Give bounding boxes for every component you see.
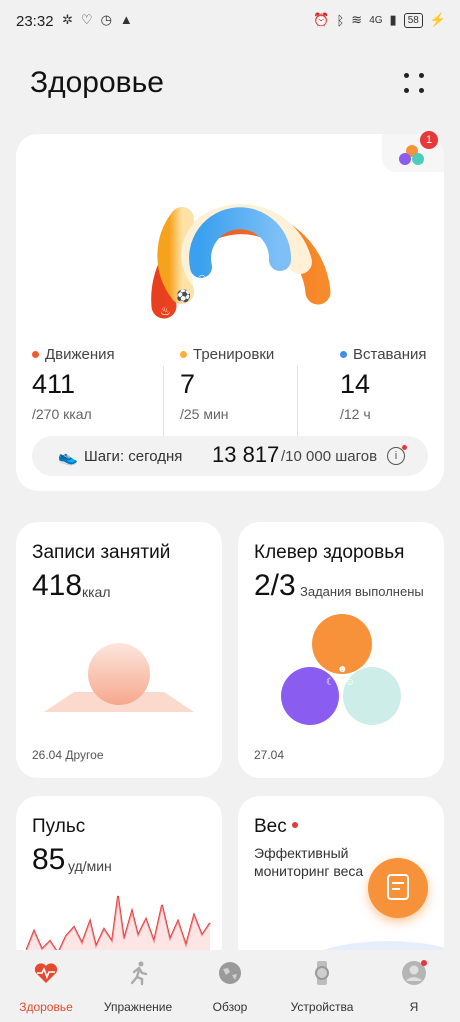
menu-dot-icon xyxy=(419,73,424,78)
heart-rate-title: Пульс xyxy=(32,816,86,837)
clover-leaf-icon xyxy=(399,153,411,165)
move-value: 411 xyxy=(32,369,76,399)
clover-date: 27.04 xyxy=(254,748,285,762)
alarm-icon: ⏰ xyxy=(313,12,330,27)
steps-label: Шаги: сегодня xyxy=(84,448,183,465)
status-bar: 23:32 ✲ ♡ ◷ ▲ ⏰ ᛒ ≋ 4G ▮ 58 ⚡ xyxy=(0,0,460,44)
exercise-icon: ⚽ xyxy=(175,289,191,303)
heart-pulse-icon xyxy=(34,963,58,983)
tab-discover-label: Обзор xyxy=(212,1000,248,1014)
bottom-tab-bar: Здоровье Упражнение Обзор Устройства Я xyxy=(0,950,460,1022)
heart-rate-value: 85 xyxy=(32,843,66,876)
clover-leaf-right xyxy=(343,667,401,725)
workout-calories-unit: ккал xyxy=(82,584,111,600)
battery-icon: 58 xyxy=(403,12,423,28)
stand-goal: /12 ч xyxy=(340,406,371,422)
workout-records-title: Записи занятий xyxy=(32,542,171,563)
profile-icon xyxy=(402,960,427,985)
shoe-icon: 👟 xyxy=(58,449,78,466)
exercise-label: Тренировки xyxy=(193,346,275,363)
status-time: 23:32 xyxy=(16,13,54,30)
stand-metric[interactable]: Вставания 14 /12 ч xyxy=(340,346,426,422)
notification-badge: 1 xyxy=(420,131,438,149)
dashboard-menu-button[interactable] xyxy=(398,70,430,98)
tab-me[interactable]: Я xyxy=(368,960,460,1014)
workout-calories-value: 418 xyxy=(32,569,83,602)
bluetooth-icon: ᛒ xyxy=(336,12,345,28)
stand-dot xyxy=(340,351,347,358)
clover-chart: ☻ ☾ ☺ xyxy=(281,614,401,725)
move-metric[interactable]: Движения 411 /270 ккал xyxy=(32,346,115,422)
stand-value: 14 xyxy=(340,369,371,399)
move-label: Движения xyxy=(45,346,115,363)
stopwatch-icon: ◷ xyxy=(100,12,112,27)
workout-illustration xyxy=(44,643,194,712)
network-label: 4G xyxy=(369,14,383,26)
settings-icon: ✲ xyxy=(62,12,73,27)
divider xyxy=(163,366,164,438)
tab-health[interactable]: Здоровье xyxy=(0,960,92,1014)
edit-record-icon xyxy=(387,874,409,900)
exercise-ring xyxy=(157,207,194,304)
health-clover-card[interactable]: Клевер здоровья 2/3 Задания выполнены ☻ … xyxy=(238,522,444,778)
weight-description-line2: мониторинг веса xyxy=(254,863,364,879)
tab-health-label: Здоровье xyxy=(19,1000,73,1014)
steps-value: 13 817 xyxy=(212,442,280,467)
navigation-icon: ▲ xyxy=(119,12,133,27)
tab-exercise-label: Упражнение xyxy=(103,1000,173,1014)
exercise-metric[interactable]: Тренировки 7 /25 мин xyxy=(180,346,274,422)
workout-records-card[interactable]: Записи занятий 418 ккал 26.04 Другое xyxy=(16,522,222,778)
move-dot xyxy=(32,351,39,358)
heart-rate-card[interactable]: Пульс 85 уд/мин xyxy=(16,796,222,966)
exercise-value: 7 xyxy=(180,369,196,399)
menu-dot-icon xyxy=(419,88,424,93)
stand-person-icon: ☺ xyxy=(196,271,208,285)
tab-exercise[interactable]: Упражнение xyxy=(92,960,184,1014)
info-alert-dot xyxy=(402,445,407,450)
tab-devices-label: Устройства xyxy=(290,1000,354,1014)
globe-icon xyxy=(219,962,241,984)
flame-icon: ♨ xyxy=(160,304,171,318)
add-record-button[interactable] xyxy=(368,858,428,918)
runner-icon: ☻ xyxy=(337,664,348,675)
tab-discover[interactable]: Обзор xyxy=(184,960,276,1014)
clover-progress-value: 2/3 xyxy=(254,569,296,602)
tab-devices[interactable]: Устройства xyxy=(276,960,368,1014)
watch-icon xyxy=(315,961,329,985)
weight-alert-dot xyxy=(292,822,298,828)
signal-icon: ▮ xyxy=(389,12,397,27)
clover-progress-label: Задания выполнены xyxy=(300,584,424,599)
clover-leaf-left xyxy=(281,667,339,725)
weight-title: Вес xyxy=(254,816,287,837)
charging-icon: ⚡ xyxy=(429,12,446,27)
health-clover-title: Клевер здоровья xyxy=(254,542,405,563)
activity-rings-chart: ♨ ⚽ ☺ xyxy=(151,204,331,319)
page-title: Здоровье xyxy=(30,66,164,99)
menu-dot-icon xyxy=(404,73,409,78)
clover-shortcut-button[interactable]: 1 xyxy=(382,131,444,172)
menu-dot-icon xyxy=(404,88,409,93)
tab-me-label: Я xyxy=(409,1000,419,1014)
workout-date: 26.04 Другое xyxy=(32,748,104,762)
steps-bar[interactable]: 👟 Шаги: сегодня 13 817 /10 000 шагов i xyxy=(32,436,428,476)
running-icon xyxy=(130,961,148,986)
activity-rings-card[interactable]: ♨ ⚽ ☺ 1 Движения 411 /270 ккал Тренировк… xyxy=(16,131,444,491)
health-app-icon: ♡ xyxy=(80,12,93,27)
clover-leaf-icon xyxy=(412,153,424,165)
exercise-goal: /25 мин xyxy=(180,406,229,422)
steps-goal: /10 000 шагов xyxy=(281,448,378,465)
smile-icon: ☺ xyxy=(345,677,355,688)
exercise-dot xyxy=(180,351,187,358)
heart-rate-unit: уд/мин xyxy=(68,858,112,874)
weight-description-line1: Эффективный xyxy=(254,845,349,861)
move-goal: /270 ккал xyxy=(32,406,92,422)
stand-ring xyxy=(189,207,292,278)
stand-label: Вставания xyxy=(353,346,427,363)
moon-icon: ☾ xyxy=(326,677,335,688)
wifi-icon: ≋ xyxy=(351,12,363,27)
divider xyxy=(297,366,298,438)
